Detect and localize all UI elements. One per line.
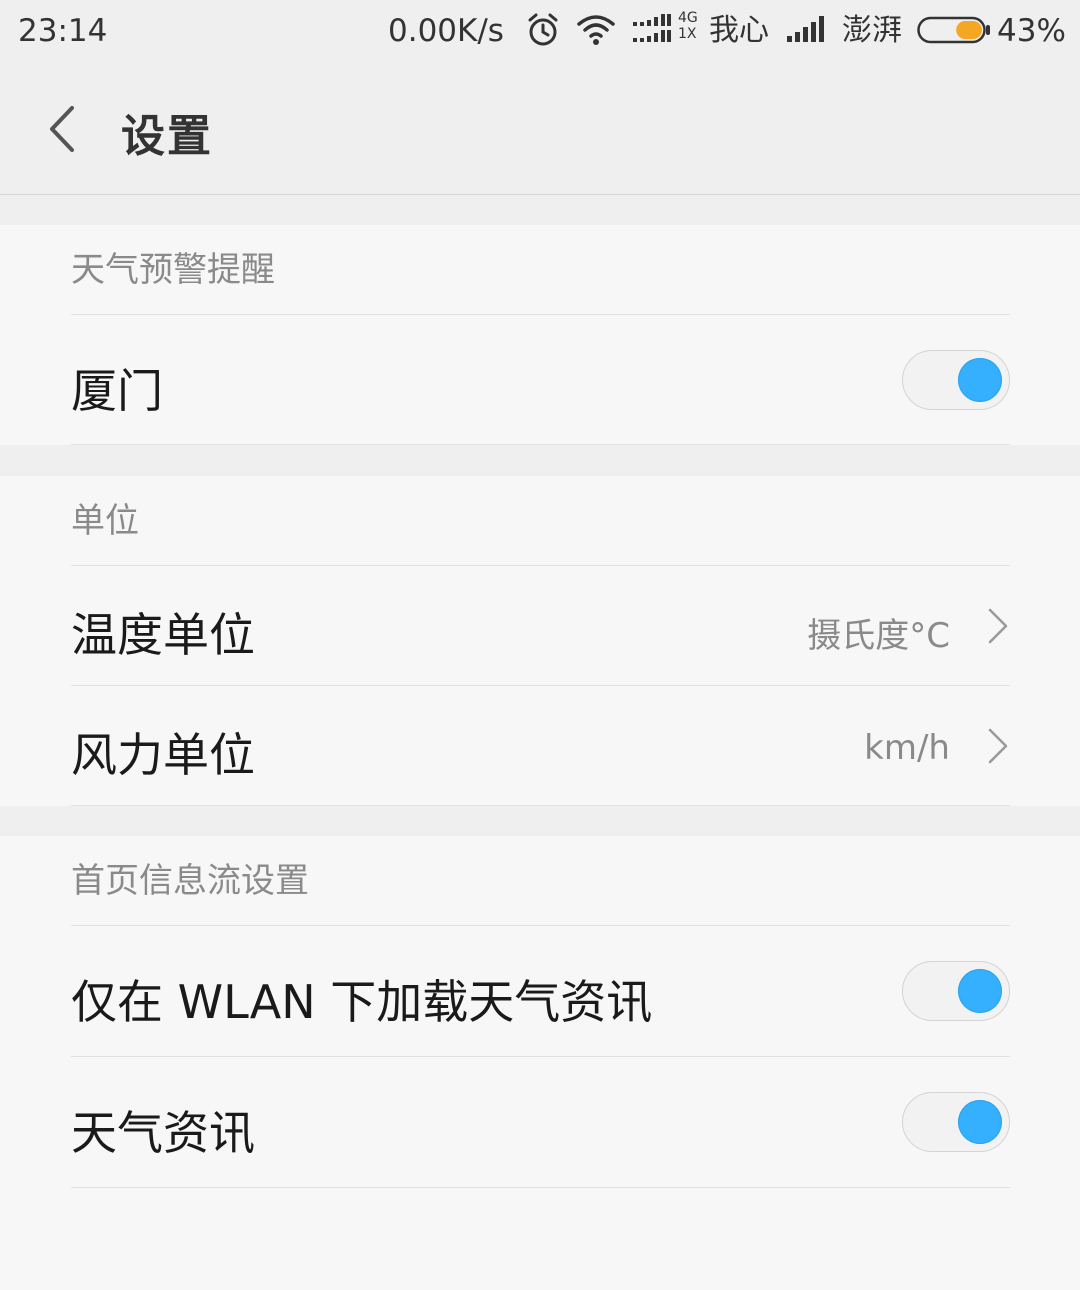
toggle-knob bbox=[958, 969, 1002, 1013]
section-title: 单位 bbox=[71, 501, 139, 541]
status-net-speed: 0.00K/s bbox=[388, 13, 504, 49]
section-weather-alert: 天气预警提醒 厦门 bbox=[0, 225, 1080, 445]
list-item-weather-news[interactable]: 天气资讯 bbox=[71, 1056, 1010, 1188]
section-feed-settings: 首页信息流设置 仅在 WLAN 下加载天气资讯 天气资讯 bbox=[0, 836, 1080, 1290]
wlan-only-toggle[interactable] bbox=[902, 961, 1010, 1021]
chevron-right-icon bbox=[988, 608, 1008, 644]
row-label: 厦门 bbox=[71, 364, 163, 418]
network-type-top: 4G bbox=[678, 10, 698, 26]
list-item-wind-unit[interactable]: 风力单位 km/h bbox=[71, 685, 1010, 806]
toggle-knob bbox=[958, 1100, 1002, 1144]
divider bbox=[71, 1187, 1010, 1188]
network-type: 4G 1X bbox=[678, 10, 698, 52]
carrier-2-name: 澎湃 bbox=[842, 13, 902, 48]
chevron-right-icon bbox=[988, 728, 1008, 764]
settings-screen: 23:14 0.00K/s 4G 1X 我心 澎湃 43% 设置 天气预警提醒 … bbox=[0, 0, 1080, 1290]
weather-news-toggle[interactable] bbox=[902, 1092, 1010, 1152]
row-label: 风力单位 bbox=[71, 728, 255, 782]
page-title: 设置 bbox=[121, 111, 213, 162]
battery-percent: 43% bbox=[997, 13, 1066, 49]
list-item-wlan-only[interactable]: 仅在 WLAN 下加载天气资讯 bbox=[71, 925, 1010, 1057]
list-item-temperature-unit[interactable]: 温度单位 摄氏度°C bbox=[71, 565, 1010, 686]
cellular-signal-icon bbox=[786, 12, 826, 54]
status-time: 23:14 bbox=[18, 13, 108, 49]
signal-strength-icon bbox=[632, 12, 672, 54]
toggle-knob bbox=[958, 358, 1002, 402]
section-title: 首页信息流设置 bbox=[71, 861, 309, 901]
chevron-left-icon bbox=[50, 106, 74, 152]
back-button[interactable] bbox=[40, 102, 84, 156]
carrier-1-name: 我心 bbox=[709, 13, 769, 48]
list-item-xiamen-alert[interactable]: 厦门 bbox=[71, 314, 1010, 445]
battery-icon bbox=[917, 14, 991, 56]
title-bar: 设置 bbox=[0, 62, 1080, 195]
divider bbox=[71, 444, 1010, 445]
row-label: 仅在 WLAN 下加载天气资讯 bbox=[71, 975, 653, 1029]
row-label: 天气资讯 bbox=[71, 1106, 255, 1160]
network-type-bottom: 1X bbox=[678, 26, 697, 42]
row-label: 温度单位 bbox=[71, 608, 255, 662]
temperature-unit-value: 摄氏度°C bbox=[807, 616, 950, 656]
wifi-icon bbox=[576, 12, 616, 54]
xiamen-alert-toggle[interactable] bbox=[902, 350, 1010, 410]
wind-unit-value: km/h bbox=[864, 728, 950, 768]
status-bar: 23:14 0.00K/s 4G 1X 我心 澎湃 43% bbox=[0, 0, 1080, 62]
alarm-icon bbox=[526, 12, 560, 54]
divider bbox=[71, 805, 1010, 806]
section-units: 单位 温度单位 摄氏度°C 风力单位 km/h bbox=[0, 476, 1080, 806]
section-title: 天气预警提醒 bbox=[71, 250, 275, 290]
